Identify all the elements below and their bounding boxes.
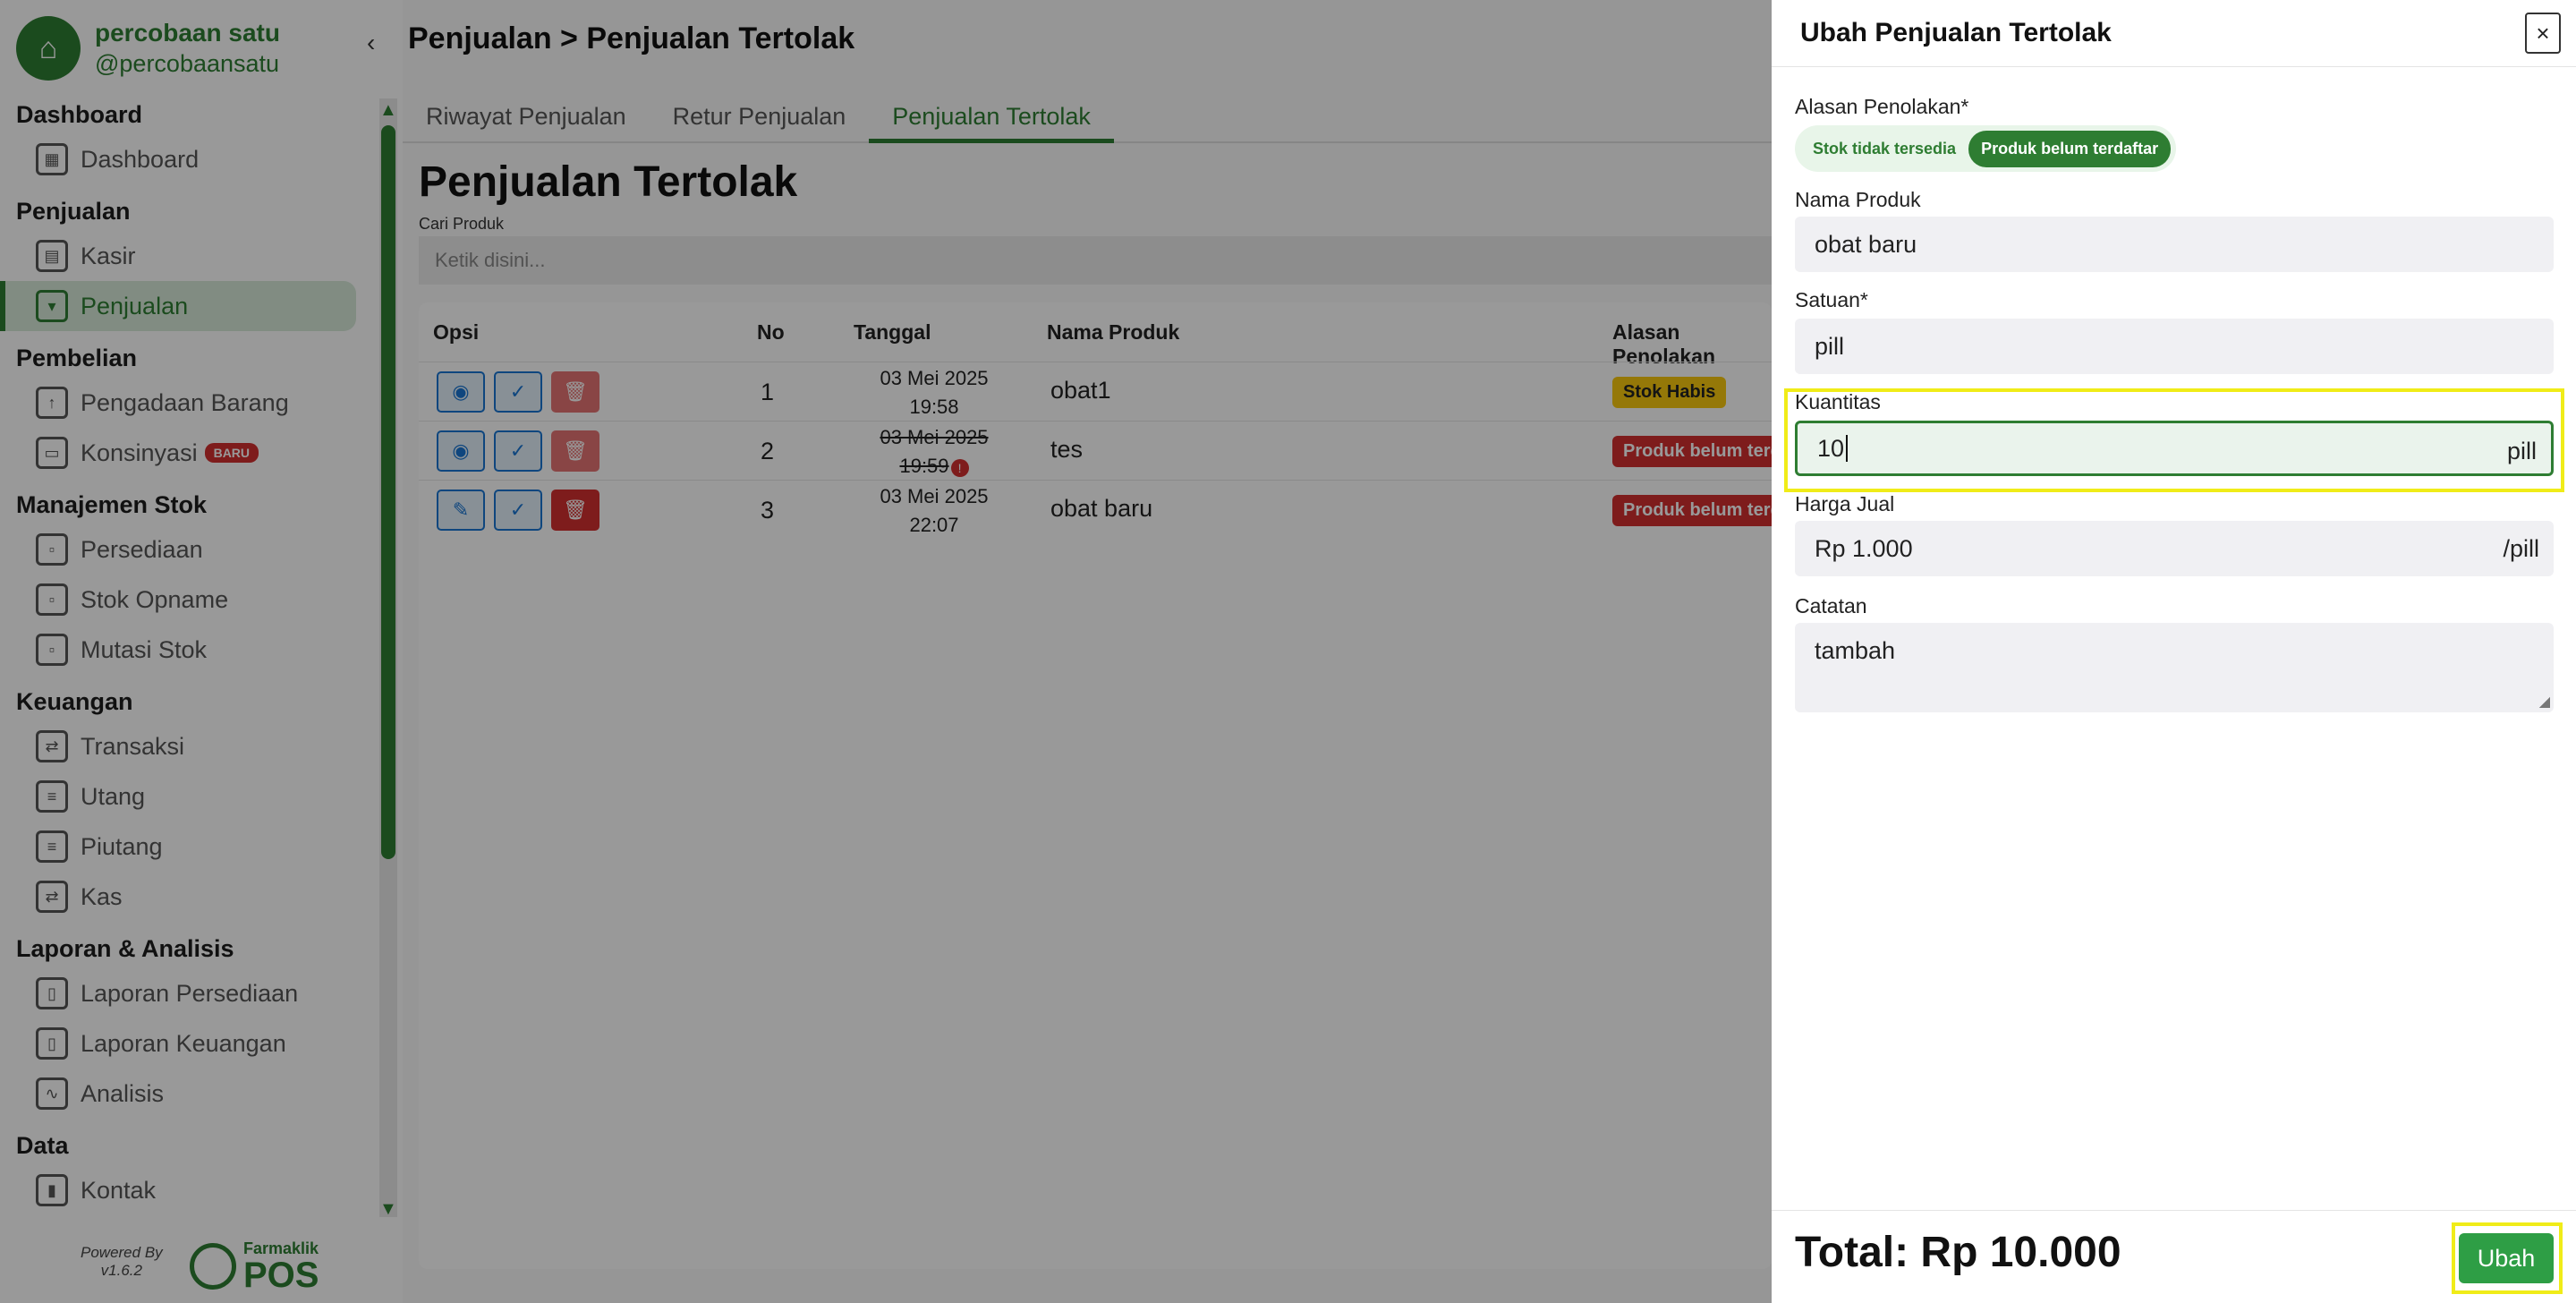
unit-field[interactable]: pill [1795,319,2554,374]
close-button[interactable]: × [2525,13,2561,54]
drawer-title: Ubah Penjualan Tertolak [1800,18,2112,47]
price-label: Harga Jual [1795,492,1895,515]
product-name-field[interactable]: obat baru [1795,217,2554,272]
unit-label: Satuan* [1795,288,1868,311]
reason-option-produk-belum-terdaftar[interactable]: Produk belum terdaftar [1968,130,2172,167]
divider [1772,66,2576,67]
price-value: Rp 1.000 [1815,534,1913,562]
quantity-value: 10 [1817,434,1845,462]
price-suffix: /pill [2503,535,2539,562]
reason-option-stok-tidak-tersedia[interactable]: Stok tidak tersedia [1800,131,1968,167]
reason-label: Alasan Penolakan* [1795,95,1969,118]
quantity-label: Kuantitas [1795,390,1881,413]
notes-value: tambah [1815,637,1896,664]
divider [1772,1210,2576,1211]
resize-handle-icon[interactable]: ◢ [2539,693,2550,711]
product-name-value: obat baru [1815,230,1917,258]
submit-button[interactable]: Ubah [2459,1233,2554,1283]
quantity-suffix: pill [2506,438,2537,464]
notes-textarea[interactable]: tambah ◢ [1795,623,2554,712]
reason-toggle: Stok tidak tersedia Produk belum terdaft… [1795,125,2177,172]
edit-rejected-sale-drawer: Ubah Penjualan Tertolak × Alasan Penolak… [1772,0,2576,1303]
notes-label: Catatan [1795,594,1867,617]
close-icon: × [2536,19,2550,47]
price-field[interactable]: Rp 1.000/pill [1795,521,2554,576]
unit-value: pill [1815,332,1845,360]
quantity-field[interactable]: 10 pill [1795,421,2554,476]
product-name-label: Nama Produk [1795,188,1921,211]
text-cursor [1846,435,1849,462]
total-amount: Total: Rp 10.000 [1795,1229,2121,1276]
modal-backdrop[interactable] [0,0,1772,1303]
